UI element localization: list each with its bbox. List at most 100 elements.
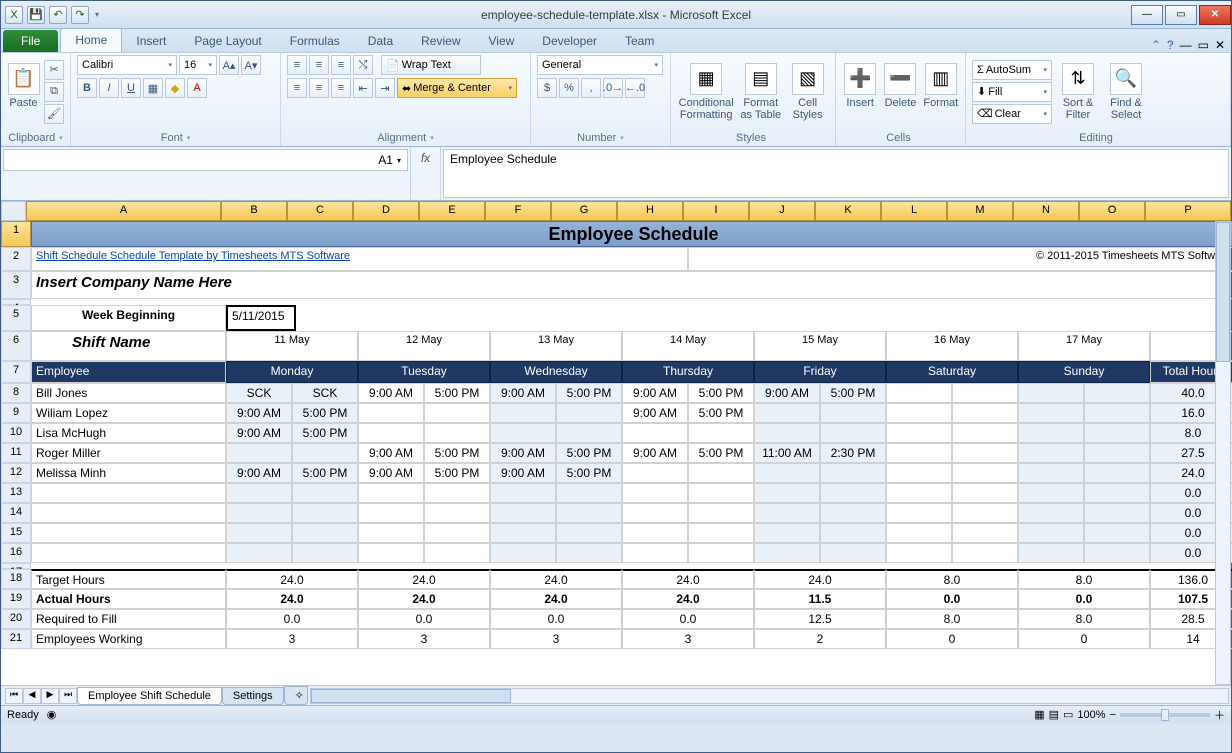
window-close-icon[interactable]: ✕ [1215, 38, 1225, 52]
format-as-table-button[interactable]: ▤Format as Table [739, 59, 782, 125]
align-left-icon[interactable]: ≡ [287, 78, 307, 98]
col-header-O[interactable]: O [1079, 201, 1145, 221]
cell[interactable]: Lisa McHugh [31, 423, 226, 443]
comma-icon[interactable]: , [581, 78, 601, 98]
cell[interactable] [1084, 403, 1150, 423]
currency-icon[interactable]: $ [537, 78, 557, 98]
decrease-indent-icon[interactable]: ⇤ [353, 78, 373, 98]
cell[interactable]: 17 May [1018, 331, 1150, 361]
cell[interactable] [622, 543, 688, 563]
cell[interactable]: 5:00 PM [688, 403, 754, 423]
col-header-B[interactable]: B [221, 201, 287, 221]
cell[interactable] [31, 483, 226, 503]
cell[interactable] [952, 503, 1018, 523]
horizontal-scrollbar[interactable] [310, 688, 1229, 704]
cell[interactable] [688, 503, 754, 523]
row-header-19[interactable]: 19 [1, 589, 31, 609]
cell[interactable]: 9:00 AM [490, 463, 556, 483]
cell[interactable] [1018, 423, 1084, 443]
cell[interactable]: 5:00 PM [556, 383, 622, 403]
cell[interactable]: 9:00 AM [226, 463, 292, 483]
align-right-icon[interactable]: ≡ [331, 78, 351, 98]
cell[interactable] [754, 523, 820, 543]
cell[interactable] [1084, 423, 1150, 443]
cell[interactable] [754, 403, 820, 423]
cell[interactable] [556, 403, 622, 423]
cell[interactable]: 24.0 [622, 589, 754, 609]
cell[interactable]: 13 May [490, 331, 622, 361]
maximize-button[interactable]: ▭ [1165, 5, 1197, 25]
cell[interactable] [226, 503, 292, 523]
cell[interactable] [886, 443, 952, 463]
cell[interactable]: 0 [886, 629, 1018, 649]
cell[interactable] [1084, 463, 1150, 483]
tab-nav-last[interactable]: ⏭ [59, 688, 77, 704]
cell[interactable] [358, 423, 424, 443]
cell[interactable]: 24.0 [490, 569, 622, 589]
decrease-font-icon[interactable]: A▾ [241, 55, 261, 75]
increase-indent-icon[interactable]: ⇥ [375, 78, 395, 98]
cell[interactable] [754, 503, 820, 523]
cell[interactable] [226, 523, 292, 543]
cell[interactable] [490, 483, 556, 503]
cell[interactable]: 5:00 PM [556, 443, 622, 463]
align-top-icon[interactable]: ≡ [287, 55, 307, 75]
cell[interactable]: 0.0 [1018, 589, 1150, 609]
col-header-K[interactable]: K [815, 201, 881, 221]
cell[interactable]: 5:00 PM [688, 443, 754, 463]
cell[interactable] [622, 503, 688, 523]
tab-nav-first[interactable]: ⏮ [5, 688, 23, 704]
cell[interactable] [820, 423, 886, 443]
cell[interactable] [1084, 503, 1150, 523]
find-select-button[interactable]: 🔍Find & Select [1104, 59, 1148, 125]
cell[interactable]: 5:00 PM [556, 463, 622, 483]
paste-button[interactable]: 📋 Paste [7, 59, 40, 125]
minimize-button[interactable]: — [1131, 5, 1163, 25]
cell[interactable]: 0 [1018, 629, 1150, 649]
week-date-cell[interactable]: 5/11/2015 [226, 305, 296, 331]
font-name-combo[interactable]: Calibri▾ [77, 55, 177, 75]
name-box[interactable]: A1 ▾ [3, 149, 408, 171]
cell[interactable] [952, 403, 1018, 423]
number-format-combo[interactable]: General▾ [537, 55, 663, 75]
cell[interactable]: 8.0 [886, 609, 1018, 629]
cell[interactable]: 24.0 [754, 569, 886, 589]
cell[interactable]: 5:00 PM [292, 403, 358, 423]
col-header-D[interactable]: D [353, 201, 419, 221]
minimize-ribbon-icon[interactable]: ⌃ [1151, 38, 1161, 52]
new-sheet-icon[interactable]: ✧ [284, 686, 308, 705]
col-header-F[interactable]: F [485, 201, 551, 221]
cell[interactable]: 0.0 [622, 609, 754, 629]
cell[interactable] [1018, 443, 1084, 463]
cell[interactable]: 9:00 AM [358, 443, 424, 463]
fill-color-button[interactable]: ◆ [165, 78, 185, 98]
copyright-cell[interactable]: © 2011-2015 Timesheets MTS Software [688, 247, 1232, 271]
cell[interactable]: 0.0 [886, 589, 1018, 609]
cell[interactable] [622, 423, 688, 443]
cell[interactable]: Wiliam Lopez [31, 403, 226, 423]
col-header-C[interactable]: C [287, 201, 353, 221]
cell[interactable]: 0.0 [358, 609, 490, 629]
cell[interactable] [820, 503, 886, 523]
col-header-J[interactable]: J [749, 201, 815, 221]
row-header-8[interactable]: 8 [1, 383, 31, 403]
template-link[interactable]: Shift Schedule Schedule Template by Time… [31, 247, 688, 271]
cell[interactable]: Shift Name [31, 331, 226, 361]
cell[interactable]: Friday [754, 361, 886, 383]
cell[interactable] [622, 463, 688, 483]
cell[interactable] [820, 483, 886, 503]
cell[interactable]: 5:00 PM [688, 383, 754, 403]
row-header-9[interactable]: 9 [1, 403, 31, 423]
cut-button[interactable]: ✂ [44, 60, 64, 80]
cell[interactable] [292, 543, 358, 563]
row-header-10[interactable]: 10 [1, 423, 31, 443]
decrease-decimal-icon[interactable]: ←.0 [625, 78, 645, 98]
sheet-tab-settings[interactable]: Settings [222, 687, 284, 705]
cell[interactable] [886, 383, 952, 403]
cell[interactable] [296, 305, 1232, 331]
cell[interactable] [952, 423, 1018, 443]
cell[interactable] [952, 463, 1018, 483]
cell[interactable]: 24.0 [226, 589, 358, 609]
row-header-15[interactable]: 15 [1, 523, 31, 543]
cell[interactable] [358, 543, 424, 563]
